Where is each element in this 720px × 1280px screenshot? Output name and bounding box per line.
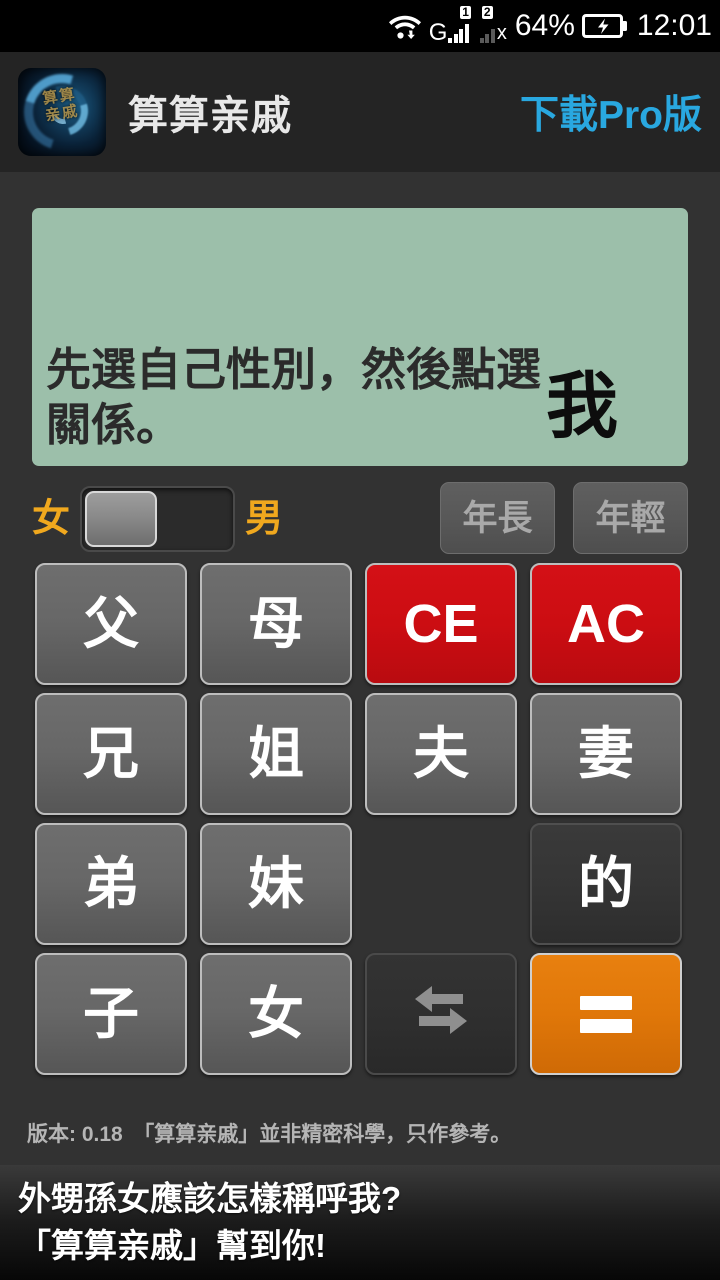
key-father[interactable]: 父 — [35, 563, 187, 685]
app-header: 算算 亲戚 算算亲戚 下載Pro版 — [0, 52, 720, 172]
key-equals[interactable] — [530, 953, 682, 1075]
key-elder-brother[interactable]: 兄 — [35, 693, 187, 815]
page-title: 算算亲戚 — [128, 94, 292, 138]
calculator-display: 先選自己性別，然後點選關係。 我 — [32, 208, 688, 466]
ad-line-2: 「算算亲戚」幫到你! — [18, 1227, 326, 1264]
app-root: G 1 x 2 64% 12:01 算算 亲戚 算算亲戚 下載Pro版 先選自己… — [0, 0, 720, 1280]
wifi-icon — [388, 12, 422, 40]
sim2-disabled-icon: x — [496, 22, 507, 44]
key-possessive[interactable]: 的 — [530, 823, 682, 945]
key-husband[interactable]: 夫 — [365, 693, 517, 815]
download-pro-link[interactable]: 下載Pro版 — [520, 84, 702, 140]
gender-selector[interactable]: 女 男 — [32, 480, 283, 558]
sim1-bars — [448, 23, 469, 43]
gender-toggle[interactable] — [80, 486, 236, 552]
key-elder-sister[interactable]: 姐 — [200, 693, 352, 815]
younger-button[interactable]: 年輕 — [573, 482, 688, 554]
sim1-signal: G 1 — [428, 5, 471, 46]
equals-icon — [580, 995, 632, 1033]
network-type-label: G — [428, 19, 448, 46]
key-ac[interactable]: AC — [530, 563, 682, 685]
battery-percent-label: 64% — [514, 9, 575, 42]
swap-arrows-icon — [405, 979, 477, 1050]
sim2-bars — [479, 23, 495, 43]
display-result: 我 — [546, 367, 619, 447]
display-expression: 先選自己性別，然後點選關係。 — [46, 344, 542, 450]
key-daughter[interactable]: 女 — [200, 953, 352, 1075]
gender-toggle-thumb[interactable] — [85, 491, 158, 547]
ad-line-1: 外甥孫女應該怎樣稱呼我? — [18, 1180, 402, 1217]
battery-charging-icon — [581, 12, 630, 40]
key-younger-sister[interactable]: 妹 — [200, 823, 352, 945]
keypad-grid: 父 母 CE AC 兄 姐 夫 妻 弟 妹 的 子 女 — [35, 563, 688, 1075]
gender-male-label: 男 — [245, 498, 284, 540]
clock-label: 12:01 — [636, 9, 712, 42]
sim2-badge: 2 — [481, 5, 493, 19]
key-ce[interactable]: CE — [365, 563, 517, 685]
status-bar: G 1 x 2 64% 12:01 — [0, 0, 720, 52]
ad-banner[interactable]: 外甥孫女應該怎樣稱呼我? 「算算亲戚」幫到你! — [0, 1165, 720, 1280]
age-buttons: 年長 年輕 — [440, 482, 688, 554]
sim1-badge: 1 — [460, 5, 471, 19]
key-mother[interactable]: 母 — [200, 563, 352, 685]
key-wife[interactable]: 妻 — [530, 693, 682, 815]
key-younger-brother[interactable]: 弟 — [35, 823, 187, 945]
version-note: 版本: 0.18 「算算亲戚」並非精密科學，只作參考。 — [27, 1123, 512, 1146]
key-son[interactable]: 子 — [35, 953, 187, 1075]
gender-female-label: 女 — [32, 498, 71, 540]
key-blank — [365, 823, 517, 945]
key-swap[interactable] — [365, 953, 517, 1075]
app-icon-glyphs: 算算 亲戚 — [41, 85, 81, 125]
controls-row: 女 男 年長 年輕 — [32, 480, 688, 558]
elder-button[interactable]: 年長 — [440, 482, 555, 554]
app-icon: 算算 亲戚 — [18, 68, 106, 156]
sim2-signal: x 2 — [479, 5, 508, 44]
